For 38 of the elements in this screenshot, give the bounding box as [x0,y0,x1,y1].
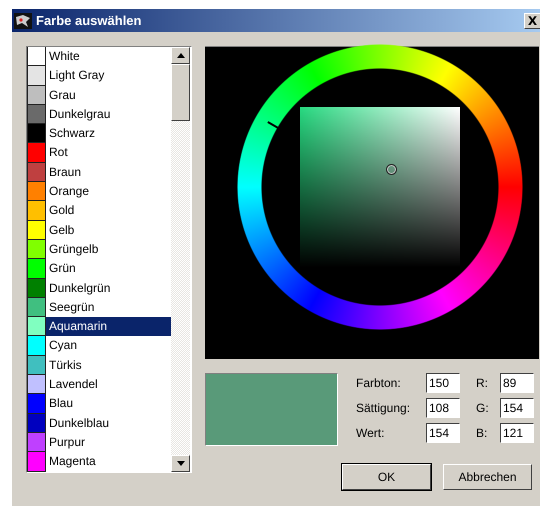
color-list-item[interactable]: Rot [46,143,171,163]
field-label: R: [475,376,489,390]
close-button[interactable]: X [524,12,540,28]
color-list-item[interactable]: Grüngelb [46,240,171,260]
field-label: G: [475,401,490,415]
color-list-item[interactable]: White [46,47,171,66]
field-label: Wert: [356,426,386,440]
number-field[interactable]: 154 [500,398,534,418]
color-list-item[interactable]: Purpur [46,432,171,452]
color-list-item[interactable]: Dunkelblau [46,414,171,433]
number-field[interactable]: 108 [426,398,460,418]
dialog-button[interactable]: Abbrechen [443,464,532,490]
color-list-item[interactable]: Magenta [46,452,171,472]
number-field[interactable]: 154 [426,423,460,443]
color-list-item[interactable]: Aquamarin [46,317,171,336]
color-list-item[interactable]: Lavendel [46,375,171,394]
color-list-item[interactable]: Türkis [46,356,171,376]
number-field[interactable]: 89 [500,373,534,393]
field-label: Farbton: [356,376,402,390]
color-list-item[interactable]: Gold [46,201,171,221]
color-list-item[interactable]: Dunkelgrau [46,104,171,124]
color-list-item[interactable]: Orange [46,182,171,202]
dialog-button[interactable]: OK [342,464,431,490]
color-list-item[interactable]: Grün [46,259,171,279]
color-list-item[interactable]: Braun [46,162,171,182]
color-list-item[interactable]: Cyan [46,336,171,356]
color-list-item[interactable]: Gelb [46,220,171,240]
field-label: B: [475,426,488,440]
number-field[interactable]: 121 [500,423,534,443]
color-list-item[interactable]: Blau [46,394,171,414]
color-list-item[interactable]: Seegrün [46,298,171,318]
number-field[interactable]: 150 [426,373,460,393]
color-list-item[interactable]: Grau [46,86,171,105]
window-title: Farbe auswählen [36,13,142,28]
field-label: Sättigung: [356,401,412,415]
color-list-item[interactable]: Schwarz [46,124,171,144]
color-list-item[interactable]: Light Gray [46,66,171,86]
color-list-item[interactable]: Dunkelgrün [46,278,171,298]
